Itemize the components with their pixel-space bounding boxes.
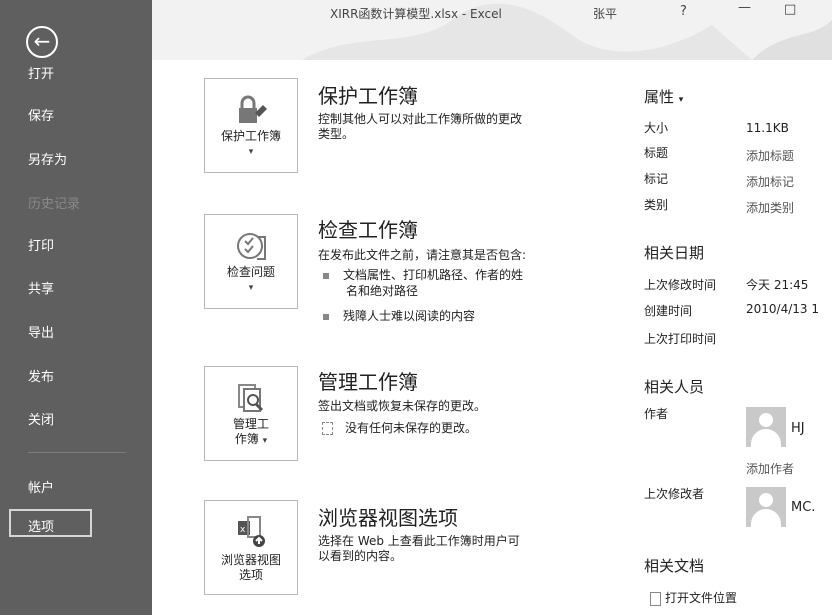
browser-view-options-button[interactable]: x 浏览器视图 选项 — [204, 500, 298, 595]
protect-workbook-desc: 控制其他人可以对此工作簿所做的更改 — [318, 112, 523, 126]
maximize-button[interactable]: □ — [784, 2, 796, 17]
sidebar-item-save[interactable]: 保存 — [28, 105, 54, 124]
lock-icon — [239, 95, 267, 123]
size-label: 大小 — [644, 121, 669, 135]
browser-view-label-2: 选项 — [238, 568, 263, 582]
sidebar-item-export[interactable]: 导出 — [28, 322, 54, 341]
manage-workbook-label-2-text: 作簿 — [234, 432, 259, 446]
sidebar-item-options[interactable]: 选项 — [28, 516, 54, 535]
related-people-header: 相关人员 — [644, 378, 705, 396]
last-modified-by-label: 上次修改者 — [644, 487, 705, 501]
inspect-icon — [237, 233, 266, 260]
chevron-down-icon: ▾ — [248, 147, 254, 157]
sidebar-item-share[interactable]: 共享 — [28, 278, 54, 297]
created-label: 创建时间 — [644, 304, 693, 318]
document-icon — [322, 422, 333, 435]
tags-value[interactable]: 添加标记 — [746, 173, 794, 190]
svg-text:x: x — [240, 525, 246, 535]
modified-value: 今天 21:45 — [746, 278, 809, 292]
author-label: 作者 — [644, 407, 669, 421]
protect-workbook-button[interactable]: 保护工作簿 ▾ — [204, 78, 298, 173]
minimize-button[interactable]: — — [738, 0, 751, 15]
protect-workbook-title: 保护工作簿 — [318, 84, 418, 108]
last-modified-by-avatar — [746, 487, 786, 527]
inspect-workbook-label: 检查问题 — [226, 265, 275, 279]
avatar-head-icon — [759, 413, 773, 427]
folder-document-icon — [650, 591, 661, 606]
chevron-down-icon: ▾ — [678, 95, 684, 105]
sidebar-item-account[interactable]: 帐户 — [28, 477, 54, 496]
avatar-body-icon — [751, 429, 781, 447]
sidebar-item-history: 历史记录 — [28, 197, 81, 212]
title-value[interactable]: 添加标题 — [746, 147, 794, 164]
bullet-icon — [323, 313, 329, 320]
sidebar-item-print[interactable]: 打印 — [28, 235, 54, 254]
window-title: XIRR函数计算模型.xlsx - Excel — [330, 7, 502, 21]
last-modified-by-name[interactable]: MC. — [791, 500, 815, 515]
related-documents-header: 相关文档 — [644, 557, 705, 575]
protect-workbook-label: 保护工作簿 — [220, 129, 281, 143]
browser-view-icon: x — [238, 516, 265, 547]
chevron-down-icon: ▾ — [262, 436, 268, 446]
open-file-location-link[interactable]: 打开文件位置 — [650, 589, 737, 606]
inspect-bullet-2-text: 残障人士难以阅读的内容 — [343, 309, 476, 323]
back-arrow-icon[interactable]: ← — [26, 26, 58, 58]
inspect-workbook-title: 检查工作簿 — [318, 218, 418, 242]
modified-label: 上次修改时间 — [644, 278, 717, 292]
inspect-workbook-button[interactable]: 检查问题 ▾ — [204, 214, 298, 309]
sidebar-item-publish[interactable]: 发布 — [28, 366, 54, 385]
bullet-icon — [323, 272, 329, 279]
help-button[interactable]: ? — [680, 4, 687, 19]
category-value[interactable]: 添加类别 — [746, 199, 794, 216]
browser-view-title: 浏览器视图选项 — [318, 506, 458, 530]
sidebar-item-save-as[interactable]: 另存为 — [28, 149, 67, 168]
inspect-bullet-1: 文档属性、打印机路径、作者的姓 — [323, 268, 523, 283]
manage-icon — [238, 384, 264, 412]
manage-workbook-sub: 没有任何未保存的更改。 — [322, 421, 477, 436]
avatar-body-icon — [751, 509, 781, 527]
properties-header[interactable]: 属性 ▾ — [644, 86, 683, 107]
properties-header-text: 属性 — [644, 88, 675, 106]
category-label: 类别 — [644, 198, 669, 212]
author-name[interactable]: HJ — [791, 421, 805, 436]
sidebar-item-open[interactable]: 打开 — [28, 63, 54, 82]
inspect-workbook-desc: 在发布此文件之前，请注意其是否包含: — [318, 248, 527, 262]
inspect-bullet-2: 残障人士难以阅读的内容 — [323, 309, 475, 324]
backstage-sidebar: ← 打开 保存 另存为 历史记录 打印 共享 导出 发布 关闭 帐户 选项 — [0, 0, 152, 615]
manage-workbook-desc: 签出文档或恢复未保存的更改。 — [318, 399, 487, 413]
sidebar-divider — [28, 452, 126, 453]
protect-workbook-desc-2: 类型。 — [318, 127, 355, 141]
manage-workbook-sub-text: 没有任何未保存的更改。 — [345, 421, 478, 435]
manage-workbook-title: 管理工作簿 — [318, 370, 418, 394]
open-file-location-text: 打开文件位置 — [665, 591, 738, 605]
inspect-bullet-1-text: 文档属性、打印机路径、作者的姓 — [343, 268, 524, 282]
chevron-down-icon: ▾ — [248, 283, 254, 293]
created-value: 2010/4/13 1 — [746, 302, 819, 316]
inspect-bullet-1-cont: 名和绝对路径 — [346, 284, 419, 298]
printed-label: 上次打印时间 — [644, 332, 717, 346]
avatar-head-icon — [759, 493, 773, 507]
author-avatar — [746, 407, 786, 447]
title-label: 标题 — [644, 146, 669, 160]
manage-workbook-label: 管理工 — [232, 417, 269, 431]
add-author-link[interactable]: 添加作者 — [746, 460, 794, 477]
browser-view-desc: 选择在 Web 上查看此工作簿时用户可 — [318, 534, 520, 548]
browser-view-desc-2: 以看到的内容。 — [318, 549, 403, 563]
size-value: 11.1KB — [746, 121, 789, 135]
tags-label: 标记 — [644, 172, 669, 186]
user-name[interactable]: 张平 — [593, 5, 617, 22]
manage-workbook-label-2: 作簿 ▾ — [205, 432, 297, 449]
manage-workbook-button[interactable]: 管理工 作簿 ▾ — [204, 366, 298, 461]
related-dates-header: 相关日期 — [644, 244, 705, 262]
sidebar-item-close[interactable]: 关闭 — [28, 409, 54, 428]
browser-view-label: 浏览器视图 — [220, 553, 281, 567]
